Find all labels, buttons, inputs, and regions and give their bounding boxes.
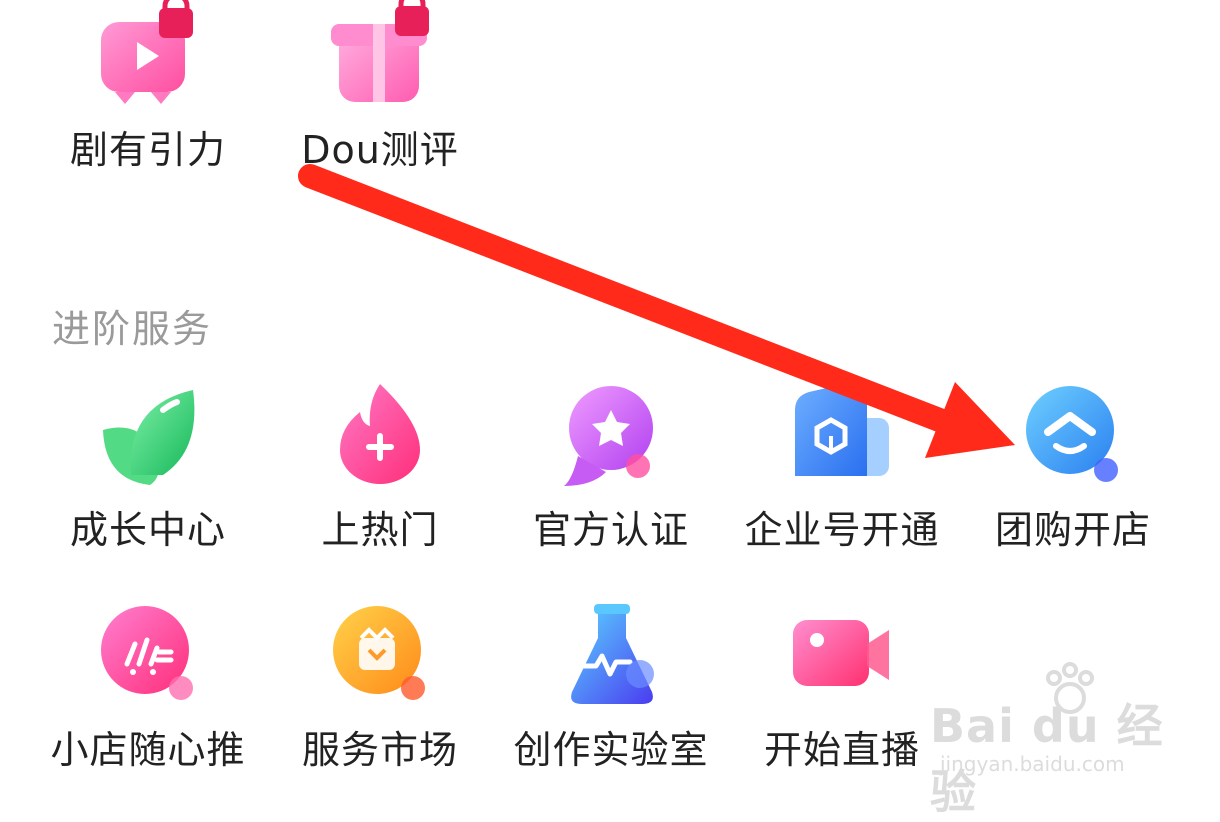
- baidu-watermark: Bai du 经验 jingyan.baidu.com: [930, 660, 1210, 819]
- item-label: 上热门: [321, 508, 439, 552]
- tv-play-lock-icon: [93, 0, 203, 110]
- flame-plus-icon: [325, 380, 435, 490]
- watermark-main: Bai du 经验: [930, 699, 1164, 819]
- item-growth-center[interactable]: 成长中心: [33, 380, 263, 580]
- item-label: 开始直播: [763, 728, 920, 772]
- item-drama[interactable]: 剧有引力: [33, 0, 263, 200]
- item-group-buy-store[interactable]: 团购开店: [958, 380, 1188, 580]
- item-label: Dou测评: [301, 128, 459, 172]
- item-boost-popular[interactable]: 上热门: [265, 380, 495, 580]
- item-label: 团购开店: [994, 508, 1151, 552]
- star-chat-icon: [556, 380, 666, 490]
- paw-icon: [1046, 662, 1094, 714]
- service-bag-icon: [325, 600, 435, 710]
- item-label: 创作实验室: [513, 728, 709, 772]
- item-enterprise-open[interactable]: 企业号开通: [727, 380, 957, 580]
- gift-box-lock-icon: [325, 0, 435, 110]
- item-label: 剧有引力: [69, 128, 226, 172]
- item-creation-lab[interactable]: 创作实验室: [496, 600, 726, 800]
- item-label: 官方认证: [532, 508, 689, 552]
- item-official-verify[interactable]: 官方认证: [496, 380, 726, 580]
- item-label: 服务市场: [301, 728, 458, 772]
- section-title: 进阶服务: [52, 307, 213, 351]
- lab-flask-icon: [556, 600, 666, 710]
- item-label: 企业号开通: [744, 508, 940, 552]
- shop-boost-icon: [93, 600, 203, 710]
- watermark-sub: jingyan.baidu.com: [940, 752, 1125, 776]
- video-camera-icon: [787, 600, 897, 710]
- group-buy-store-icon: [1018, 380, 1128, 490]
- building-cube-icon: [787, 380, 897, 490]
- item-service-market[interactable]: 服务市场: [265, 600, 495, 800]
- leaf-icon: [93, 380, 203, 490]
- item-dou-review[interactable]: Dou测评: [265, 0, 495, 200]
- item-shop-boost[interactable]: 小店随心推: [33, 600, 263, 800]
- item-label: 小店随心推: [50, 728, 246, 772]
- item-label: 成长中心: [69, 508, 226, 552]
- item-start-live[interactable]: 开始直播: [727, 600, 957, 800]
